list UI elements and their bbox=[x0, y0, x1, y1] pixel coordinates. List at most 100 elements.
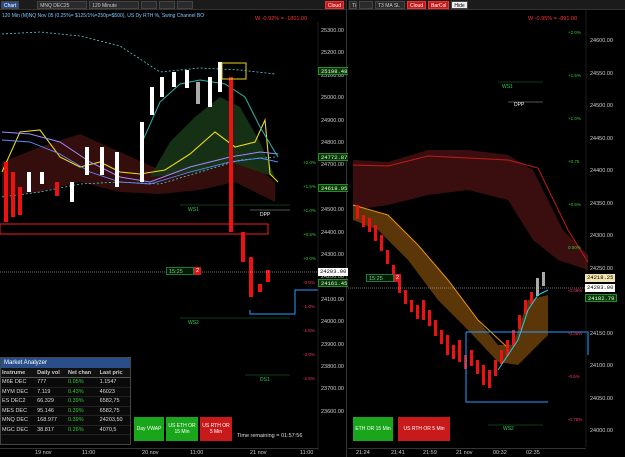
column-header[interactable]: Net chan bbox=[67, 368, 99, 378]
pct-label: +1.5% bbox=[303, 184, 316, 189]
y-axis-label: 24050.00 bbox=[590, 395, 613, 402]
pct-label: 0.00% bbox=[568, 245, 581, 250]
x-label: 11:00 bbox=[190, 450, 204, 456]
column-header[interactable]: Last pric bbox=[98, 368, 130, 378]
y-axis-label: 24100.00 bbox=[321, 296, 344, 303]
left-pct-axis: +2.0% +1.5% +1.0% +0.5% +0.0% -0.5% -1.0% -1.5%… bbox=[303, 22, 317, 422]
y-axis-label: 23600.00 bbox=[321, 408, 344, 415]
y-axis-label: 24300.00 bbox=[321, 252, 344, 258]
us-rth-or-button[interactable]: US RTH OR 5 Min bbox=[200, 417, 232, 441]
x-label: 21:24 bbox=[356, 450, 370, 456]
x-label: 21 nov bbox=[250, 450, 267, 456]
right-y-axis[interactable]: 24600.00 24550.00 24500.00 24450.00 24400.00… bbox=[588, 10, 625, 434]
y-axis-label: 24300.00 bbox=[590, 233, 613, 239]
table-cell: 1.1547 bbox=[98, 377, 130, 388]
pct-label: +1.0% bbox=[303, 208, 316, 213]
dpp-label: DPP bbox=[260, 212, 271, 218]
y-axis-label: 24250.00 bbox=[590, 265, 613, 272]
price-tag-upper: 24772.87 bbox=[318, 153, 351, 161]
table-cell: M6E DEC bbox=[1, 377, 37, 388]
toolbar-button-c[interactable] bbox=[177, 0, 194, 9]
timeframe-selector[interactable]: 120 Minute bbox=[89, 0, 140, 9]
toolbar-button-b[interactable] bbox=[159, 0, 176, 9]
price-tag-last: 24203.00 bbox=[318, 268, 349, 276]
table-cell: MGC DEC bbox=[1, 425, 37, 435]
price-tag-high: 25198.48 bbox=[318, 67, 351, 75]
y-axis-label: 24500.00 bbox=[590, 103, 613, 109]
y-axis-label: 24700.00 bbox=[321, 162, 344, 169]
pct-label: -0.25% bbox=[568, 331, 583, 336]
table-cell: 66.329 bbox=[36, 396, 67, 407]
us-eth-or-button[interactable]: US ETH OR 15 Min bbox=[166, 417, 198, 441]
table-row[interactable]: MNQ DEC 168.977 0.39% 24203,50 bbox=[1, 415, 130, 426]
right-tab[interactable]: Ti bbox=[349, 0, 357, 9]
y-axis-label: 24400.00 bbox=[590, 168, 613, 174]
instrument-selector[interactable]: MNQ DEC25 bbox=[37, 0, 88, 9]
hide-button[interactable]: Hide bbox=[451, 0, 468, 9]
column-header[interactable]: Instrume bbox=[1, 368, 37, 378]
day-vwap-button[interactable]: Day VWAP bbox=[134, 417, 164, 441]
table-cell: 24203,50 bbox=[98, 415, 130, 426]
right-orange-cloud bbox=[353, 205, 548, 365]
table-cell: 0.39% bbox=[67, 415, 99, 426]
pct-label: -0.06% bbox=[568, 288, 583, 293]
y-axis-label: 24350.00 bbox=[590, 200, 613, 207]
price-tag-low: 24161.45 bbox=[318, 279, 351, 287]
table-cell: 4070,5 bbox=[98, 425, 130, 435]
right-pct-axis: +2.0% +1.5% +1.0% +0.75 +0.5% 0.00% -0.06% -0.2… bbox=[568, 10, 586, 430]
x-label: 21:41 bbox=[391, 450, 405, 456]
pct-label: +0.5% bbox=[568, 202, 581, 207]
right-price-tag-upper: 24218.25 bbox=[585, 274, 616, 282]
x-label: 21 nov bbox=[456, 450, 473, 456]
pct-label: -1.5% bbox=[303, 328, 315, 333]
right-series[interactable]: T3 MA SL bbox=[375, 0, 405, 9]
x-label: 20 nov bbox=[142, 450, 159, 456]
pct-label: -2.0% bbox=[303, 352, 315, 357]
table-row[interactable]: MGC DEC 38.817 0.26% 4070,5 bbox=[1, 425, 130, 435]
x-label: 11:00 bbox=[82, 450, 96, 456]
table-cell: 0.43% bbox=[67, 387, 99, 397]
status-line: 120 Min (M)NQ Nov 05 (0.25%= $125/1%=250… bbox=[2, 13, 205, 19]
toolbar-button-a[interactable] bbox=[141, 0, 158, 9]
pct-label: +0.0% bbox=[303, 256, 316, 261]
left-y-axis[interactable]: 25300.0025200.0025100.0025000.0024900.00… bbox=[319, 22, 347, 422]
yellow-highlight-box bbox=[221, 62, 247, 80]
right-rth-or-button[interactable]: US RTH OR 5 Min bbox=[398, 417, 450, 441]
ichimoku-cloud bbox=[150, 97, 275, 177]
pct-label: +1.5% bbox=[568, 73, 581, 78]
market-analyzer[interactable]: Market Analyzer Instrume Daily vol Net cha… bbox=[0, 357, 131, 445]
table-row[interactable]: ES DEC2 66.329 0.39% 6582,75 bbox=[1, 396, 130, 407]
x-label: 21:59 bbox=[423, 450, 437, 456]
x-label: 00:32 bbox=[493, 450, 507, 456]
right-eth-or-button[interactable]: ETH OR 15 Min bbox=[353, 417, 393, 441]
right-chart-pane[interactable]: Ti T3 MA SL Cloud BarCol Hide W -0.95% =… bbox=[348, 0, 625, 457]
pct-label: -0.5% bbox=[568, 374, 580, 379]
right-toolbar-blank[interactable] bbox=[359, 0, 373, 9]
left-x-axis[interactable]: 19 nov 11:00 20 nov 11:00 21 nov 11:00 bbox=[0, 448, 318, 457]
table-cell: 777 bbox=[36, 377, 67, 388]
y-axis-label: 25000.00 bbox=[321, 95, 344, 102]
pct-label: -0.75% bbox=[568, 417, 583, 422]
ds1-label: DS1 bbox=[260, 377, 270, 383]
y-axis-label: 24450.00 bbox=[590, 135, 613, 142]
table-row[interactable]: MYM DEC 7.119 0.43% 46023 bbox=[1, 387, 130, 397]
y-axis-label: 25200.00 bbox=[321, 50, 344, 57]
pct-label: +0.75 bbox=[568, 159, 580, 164]
right-x-axis[interactable]: 21:24 21:41 21:59 21 nov 00:32 02:35 bbox=[348, 448, 586, 457]
table-cell: ES DEC2 bbox=[1, 396, 37, 407]
cloud-button[interactable]: Cloud bbox=[324, 0, 344, 9]
chart-tab[interactable]: Chart bbox=[1, 0, 20, 9]
y-axis-label: 23900.00 bbox=[321, 341, 344, 348]
pct-label: -2.5% bbox=[303, 376, 315, 381]
table-row[interactable]: MES DEC 95.146 0.39% 6582,75 bbox=[1, 406, 130, 416]
table-row[interactable]: M6E DEC 777 0.05% 1.1547 bbox=[1, 377, 130, 388]
x-label: 11:00 bbox=[300, 450, 314, 456]
barcol-button[interactable]: BarCol bbox=[428, 0, 450, 9]
column-header[interactable]: Daily vol bbox=[36, 368, 67, 378]
red-zone-box bbox=[0, 223, 269, 235]
time-remaining: Time remaining = 01:57:56 bbox=[237, 433, 303, 439]
y-axis-label: 24800.00 bbox=[321, 140, 344, 146]
y-axis-label: 24000.00 bbox=[590, 428, 613, 434]
right-cloud-button[interactable]: Cloud bbox=[407, 0, 427, 9]
market-analyzer-table[interactable]: Instrume Daily vol Net chan Last pric M6E D… bbox=[1, 368, 130, 435]
